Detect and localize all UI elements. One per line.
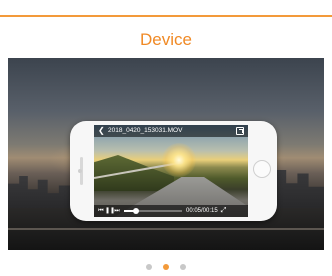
pause-icon[interactable]: ❚❚ [105,205,115,217]
chevron-left-icon[interactable]: ❮ [98,125,106,137]
page-indicator [0,264,332,272]
phone-camera [78,169,82,173]
playback-time: 00:05/00:15 [186,208,218,214]
fullscreen-icon[interactable]: ⤢ [221,205,227,217]
page-dot[interactable] [180,264,186,270]
road-rail [8,228,324,230]
skip-next-icon[interactable]: ⏭ [113,205,121,217]
phone-mockup: ❮ 2018_0420_153031.MOV ⏮ ❚❚ ⏭ 00:05/00:1… [70,121,277,221]
share-icon[interactable] [236,127,244,135]
video-sun [162,143,196,177]
page-title: Device [140,30,192,49]
player-top-bar: ❮ 2018_0420_153031.MOV [94,125,248,137]
video-player[interactable]: ❮ 2018_0420_153031.MOV ⏮ ❚❚ ⏭ 00:05/00:1… [94,125,248,217]
page-dot[interactable] [146,264,152,270]
video-filename: 2018_0420_153031.MOV [108,127,183,134]
progress-bar[interactable] [124,208,182,214]
player-controls: ⏮ ❚❚ ⏭ 00:05/00:15 ⤢ [94,205,248,217]
skip-previous-icon[interactable]: ⏮ [97,205,105,217]
phone-home-button [253,160,271,178]
progress-knob[interactable] [132,208,139,214]
header-accent-line [0,15,332,17]
video-frame [94,125,248,217]
page-dot[interactable] [163,264,169,270]
